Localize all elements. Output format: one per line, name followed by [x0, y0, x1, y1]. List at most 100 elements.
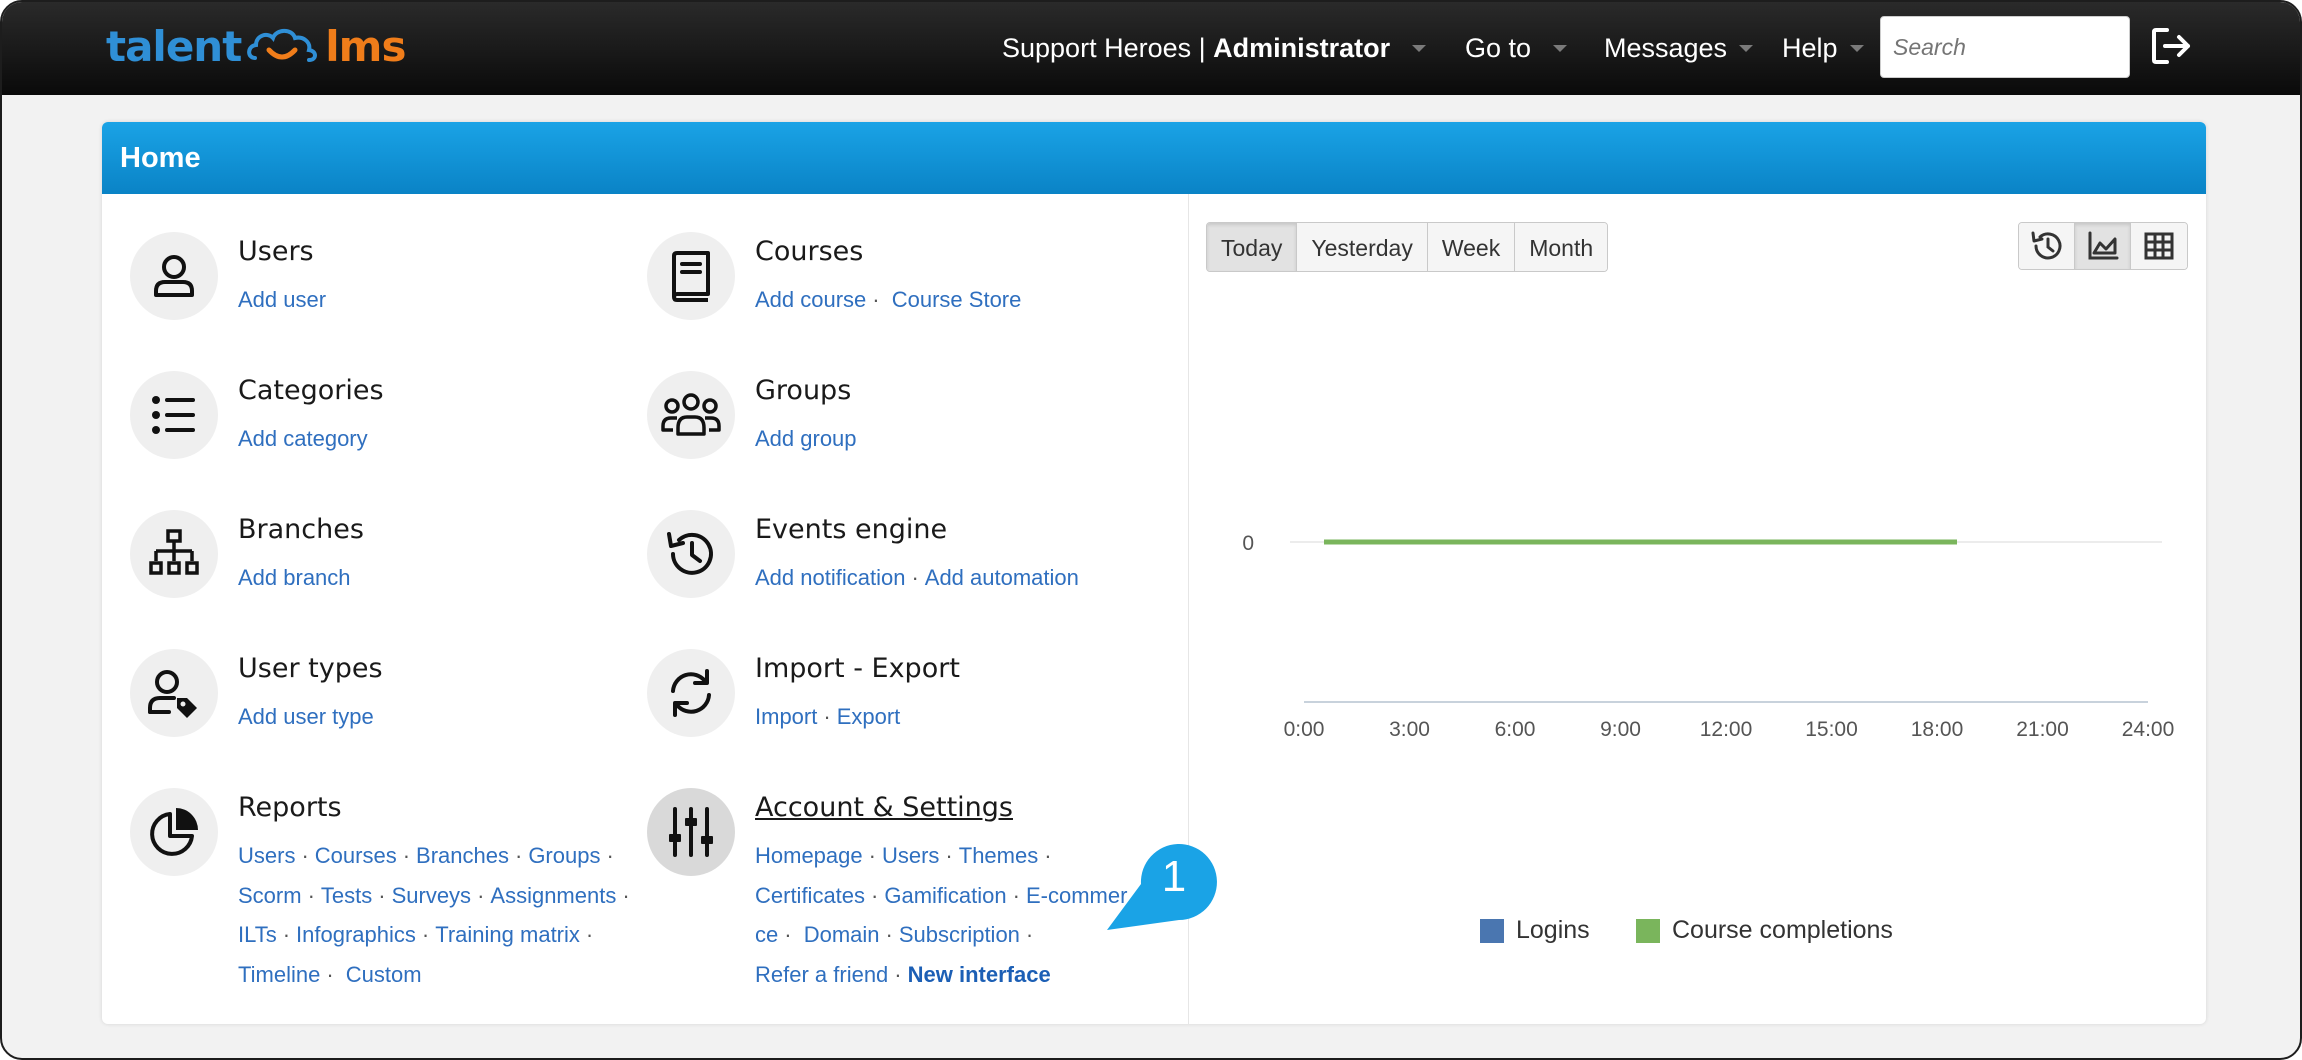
chart-view-button[interactable] — [2075, 223, 2131, 269]
reports-title[interactable]: Reports — [238, 792, 342, 823]
x-tick-label: 6:00 — [1495, 718, 1536, 741]
top-bar: talent lms Support Heroes | Administrato… — [2, 2, 2300, 95]
view-toggle — [2018, 222, 2188, 270]
course-store-link[interactable]: Course Store — [892, 287, 1022, 312]
report-branches-link[interactable]: Branches — [416, 843, 509, 868]
report-tests-link[interactable]: Tests — [321, 883, 372, 908]
users-circle[interactable] — [130, 232, 218, 320]
settings-certificates-link[interactable]: Certificates — [755, 883, 865, 908]
account-settings-links: Homepage · Users · Themes · Certificates · Gami… — [755, 843, 1128, 987]
tab-week[interactable]: Week — [1427, 223, 1516, 271]
table-icon — [2144, 232, 2174, 260]
user-types-title[interactable]: User types — [238, 653, 383, 684]
tab-yesterday[interactable]: Yesterday — [1297, 223, 1428, 271]
chevron-down-icon — [1553, 44, 1568, 52]
groups-links: Add group — [755, 419, 1145, 459]
courses-circle[interactable] — [647, 232, 735, 320]
refresh-icon — [671, 669, 711, 717]
settings-homepage-link[interactable]: Homepage — [755, 843, 863, 868]
import-export-title[interactable]: Import - Export — [755, 653, 960, 684]
report-courses-link[interactable]: Courses — [315, 843, 397, 868]
user-icon — [154, 255, 194, 297]
x-tick-label: 9:00 — [1600, 718, 1641, 741]
report-custom-link[interactable]: Custom — [346, 962, 422, 987]
logo-talent-text: talent — [106, 21, 242, 71]
categories-circle[interactable] — [130, 371, 218, 459]
account-settings-circle[interactable] — [647, 788, 735, 876]
add-course-link[interactable]: Add course — [755, 287, 866, 312]
x-tick-label: 15:00 — [1805, 718, 1858, 741]
table-view-button[interactable] — [2131, 223, 2187, 269]
reports-links: Users · Courses · Branches · Groups · Scorm · Tes… — [238, 843, 630, 987]
report-scorm-link[interactable]: Scorm — [238, 883, 302, 908]
report-timeline-link[interactable]: Timeline — [238, 962, 320, 987]
settings-gamification-link[interactable]: Gamification — [884, 883, 1006, 908]
users-title[interactable]: Users — [238, 236, 314, 267]
group-icon — [661, 393, 721, 436]
events-circle[interactable] — [647, 510, 735, 598]
settings-users-link[interactable]: Users — [882, 843, 939, 868]
logo-lms-text: lms — [325, 21, 406, 71]
role-name: Administrator — [1213, 32, 1391, 63]
callout-number: 1 — [1162, 852, 1186, 901]
import-export-circle[interactable] — [647, 649, 735, 737]
tab-today[interactable]: Today — [1207, 223, 1298, 271]
area-chart-icon — [2088, 231, 2118, 260]
report-training-matrix-link[interactable]: Training matrix — [435, 922, 580, 947]
help-menu[interactable]: Help — [1782, 24, 1864, 72]
groups-title[interactable]: Groups — [755, 375, 851, 406]
add-category-link[interactable]: Add category — [238, 426, 368, 451]
account-settings-title[interactable]: Account & Settings — [755, 792, 1013, 823]
history-view-button[interactable] — [2019, 223, 2075, 269]
add-user-link[interactable]: Add user — [238, 287, 326, 312]
x-tick-label: 24:00 — [2122, 718, 2175, 741]
period-tabs: Today Yesterday Week Month — [1206, 222, 1609, 272]
branches-circle[interactable] — [130, 510, 218, 598]
add-notification-link[interactable]: Add notification — [755, 565, 905, 590]
new-interface-link[interactable]: New interface — [908, 962, 1051, 987]
sliders-icon — [669, 807, 713, 857]
legend-logins: Logins — [1480, 916, 1590, 945]
report-groups-link[interactable]: Groups — [528, 843, 600, 868]
goto-label: Go to — [1465, 32, 1532, 63]
account-menu[interactable]: Support Heroes | Administrator — [1002, 24, 1427, 72]
report-infographics-link[interactable]: Infographics — [296, 922, 416, 947]
branches-title[interactable]: Branches — [238, 514, 364, 545]
groups-circle[interactable] — [647, 371, 735, 459]
callout-badge: 1 — [1107, 844, 1217, 930]
add-group-link[interactable]: Add group — [755, 426, 857, 451]
add-user-type-link[interactable]: Add user type — [238, 704, 374, 729]
add-branch-link[interactable]: Add branch — [238, 565, 351, 590]
x-tick-label: 18:00 — [1911, 718, 1964, 741]
events-engine-title[interactable]: Events engine — [755, 514, 947, 545]
report-users-link[interactable]: Users — [238, 843, 295, 868]
messages-label: Messages — [1604, 32, 1728, 63]
page-title: Home — [102, 122, 2206, 194]
report-assignments-link[interactable]: Assignments — [490, 883, 616, 908]
courses-title[interactable]: Courses — [755, 236, 863, 267]
branches-links: Add branch — [238, 558, 628, 598]
export-link[interactable]: Export — [837, 704, 901, 729]
goto-menu[interactable]: Go to — [1465, 24, 1568, 72]
history-icon — [2031, 231, 2061, 260]
report-ilts-link[interactable]: ILTs — [238, 922, 277, 947]
settings-subscription-link[interactable]: Subscription — [899, 922, 1020, 947]
logout-icon[interactable] — [2150, 26, 2194, 66]
legend-swatch — [1636, 918, 1660, 943]
user-types-circle[interactable] — [130, 649, 218, 737]
reports-circle[interactable] — [130, 788, 218, 876]
settings-themes-link[interactable]: Themes — [959, 843, 1038, 868]
messages-menu[interactable]: Messages — [1604, 24, 1754, 72]
x-tick-label: 21:00 — [2016, 718, 2069, 741]
refer-a-friend-link[interactable]: Refer a friend — [755, 962, 888, 987]
import-link[interactable]: Import — [755, 704, 817, 729]
categories-title[interactable]: Categories — [238, 375, 384, 406]
chevron-down-icon — [1739, 44, 1754, 52]
add-automation-link[interactable]: Add automation — [925, 565, 1079, 590]
report-surveys-link[interactable]: Surveys — [392, 883, 471, 908]
search-input[interactable] — [1880, 16, 2130, 78]
tab-month[interactable]: Month — [1515, 223, 1608, 271]
settings-domain-link[interactable]: Domain — [804, 922, 880, 947]
talentlms-logo[interactable]: talent lms — [106, 16, 406, 76]
categories-links: Add category — [238, 419, 628, 459]
